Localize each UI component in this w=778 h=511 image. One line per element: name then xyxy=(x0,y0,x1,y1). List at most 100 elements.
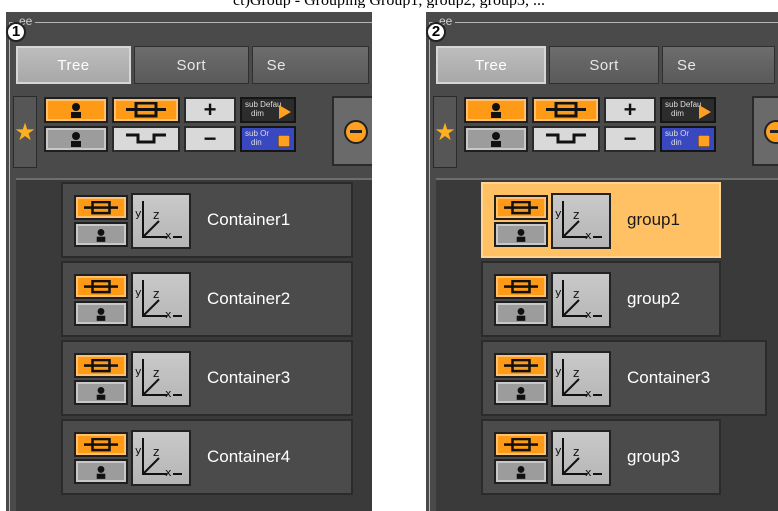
node-type-toggle[interactable] xyxy=(494,301,548,326)
toolbar: ★ + sub Defau dim − sub Or din xyxy=(10,92,372,170)
minus-button[interactable]: − xyxy=(184,126,236,152)
svg-text:x: x xyxy=(165,387,172,400)
node-type-toggle[interactable] xyxy=(494,222,548,247)
tab-sort[interactable]: Sort xyxy=(134,46,249,84)
svg-text:z: z xyxy=(153,366,159,380)
person-icon xyxy=(71,132,81,147)
tab-bar: Tree Sort Se xyxy=(436,46,778,84)
svg-text:y: y xyxy=(135,365,142,378)
sub-ortho-label: sub Or xyxy=(665,129,690,138)
transform-axis-button[interactable]: yzx xyxy=(131,351,191,407)
transform-axis-button[interactable]: yzx xyxy=(131,193,191,249)
plus-button[interactable]: + xyxy=(184,97,236,123)
node-type-toggle[interactable] xyxy=(494,459,548,484)
tab-sort[interactable]: Sort xyxy=(549,46,659,84)
sub-ortho-button[interactable]: sub Or din xyxy=(240,126,296,152)
tree-node[interactable]: yzx Container3 xyxy=(481,340,767,416)
visibility-toggle[interactable] xyxy=(494,353,548,378)
transform-axis-button[interactable]: yzx xyxy=(551,193,611,249)
person-icon xyxy=(96,307,106,321)
expand-visibility-button[interactable] xyxy=(532,97,600,123)
tree-node[interactable]: yzx Container4 xyxy=(61,419,353,495)
collapse-button[interactable] xyxy=(532,126,600,152)
tree-node[interactable]: yzx group3 xyxy=(481,419,721,495)
square-icon xyxy=(278,135,290,147)
tree-list: yzx group1 yzx group2 yzx Container3 yzx… xyxy=(436,178,778,511)
visibility-toggle[interactable] xyxy=(74,195,128,220)
sub-ortho-label: sub Or xyxy=(245,129,270,138)
svg-text:z: z xyxy=(153,208,159,222)
sub-default-button[interactable]: sub Defau dim xyxy=(240,97,296,123)
node-label: Container3 xyxy=(627,368,711,387)
zoom-out-icon xyxy=(764,120,778,144)
transform-axis-button[interactable]: yzx xyxy=(551,430,611,486)
node-label: group3 xyxy=(627,447,680,466)
step-badge: 1 xyxy=(6,22,26,42)
svg-text:z: z xyxy=(573,287,579,301)
transform-axis-button[interactable]: yzx xyxy=(131,430,191,486)
axis-icon: y zx xyxy=(135,359,182,400)
transform-axis-button[interactable]: yzx xyxy=(551,351,611,407)
visibility-toggle[interactable] xyxy=(494,195,548,220)
sub-ortho-dim-label: din xyxy=(671,138,682,147)
person-icon xyxy=(516,307,526,321)
tab-tree[interactable]: Tree xyxy=(16,46,131,84)
axis-icon: y zx xyxy=(555,438,602,479)
collapse-button[interactable] xyxy=(112,126,180,152)
node-label: group1 xyxy=(627,210,680,229)
svg-text:x: x xyxy=(585,308,592,321)
node-label: Container1 xyxy=(207,210,291,229)
visibility-toggle[interactable] xyxy=(494,274,548,299)
sub-ortho-button[interactable]: sub Or din xyxy=(660,126,716,152)
plus-button[interactable]: + xyxy=(604,97,656,123)
sub-default-button[interactable]: sub Defau dim xyxy=(660,97,716,123)
favorites-star-icon[interactable]: ★ xyxy=(13,96,37,168)
svg-text:x: x xyxy=(165,229,172,242)
visibility-toggle[interactable] xyxy=(74,353,128,378)
person-icon xyxy=(96,465,106,479)
tree-node[interactable]: yzx group2 xyxy=(481,261,721,337)
cropped-caption: ct)Group - Grouping Group1, group2, grou… xyxy=(0,0,778,8)
play-arrow-icon xyxy=(279,105,291,119)
node-type-toggle[interactable] xyxy=(74,301,128,326)
visibility-eye-icon xyxy=(84,279,118,293)
zoom-out-button[interactable] xyxy=(752,96,778,166)
axis-icon: y zx xyxy=(555,359,602,400)
sub-ortho-dim-label: din xyxy=(251,138,262,147)
expand-visibility-button[interactable] xyxy=(112,97,180,123)
tab-tree[interactable]: Tree xyxy=(436,46,547,84)
svg-text:z: z xyxy=(153,445,159,459)
add-sibling-button[interactable] xyxy=(464,126,528,152)
tree-node[interactable]: yzx Container1 xyxy=(61,182,353,258)
svg-text:x: x xyxy=(585,387,592,400)
node-type-toggle[interactable] xyxy=(74,222,128,247)
tab-search[interactable]: Se xyxy=(251,46,369,84)
zoom-out-button[interactable] xyxy=(332,96,372,166)
tab-search[interactable]: Se xyxy=(661,46,775,84)
minus-button[interactable]: − xyxy=(604,126,656,152)
visibility-toggle[interactable] xyxy=(494,432,548,457)
svg-text:z: z xyxy=(573,445,579,459)
add-child-button[interactable] xyxy=(464,97,528,123)
transform-axis-button[interactable]: yzx xyxy=(131,272,191,328)
node-type-toggle[interactable] xyxy=(494,380,548,405)
add-child-button[interactable] xyxy=(44,97,108,123)
person-icon xyxy=(96,228,106,242)
svg-text:y: y xyxy=(555,207,562,220)
tree-node-selected[interactable]: yzx group1 xyxy=(481,182,721,258)
visibility-toggle[interactable] xyxy=(74,274,128,299)
axis-icon: y zx xyxy=(135,438,182,479)
node-label: Container3 xyxy=(207,368,291,387)
transform-axis-button[interactable]: yzx xyxy=(551,272,611,328)
toolbar: ★ + sub Defau dim − sub Or din xyxy=(430,92,778,170)
svg-text:x: x xyxy=(585,229,592,242)
node-type-toggle[interactable] xyxy=(74,459,128,484)
node-type-toggle[interactable] xyxy=(74,380,128,405)
tree-node[interactable]: yzx Container3 xyxy=(61,340,353,416)
tree-node[interactable]: yzx Container2 xyxy=(61,261,353,337)
svg-text:z: z xyxy=(573,366,579,380)
sub-default-dim-label: dim xyxy=(671,109,684,118)
visibility-toggle[interactable] xyxy=(74,432,128,457)
favorites-star-icon[interactable]: ★ xyxy=(433,96,457,168)
add-sibling-button[interactable] xyxy=(44,126,108,152)
